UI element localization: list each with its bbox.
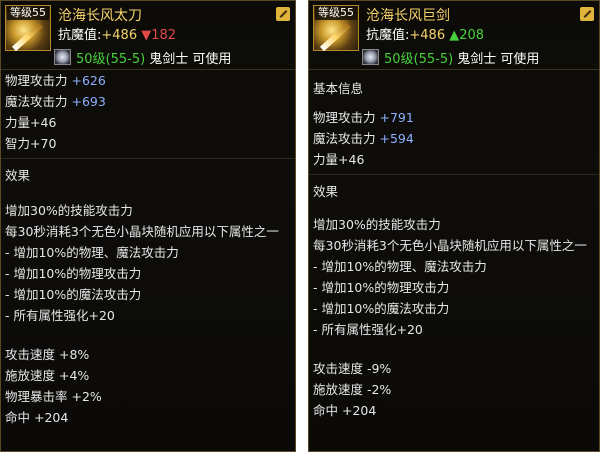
effect-line: 每30秒消耗3个无色小晶块随机应用以下属性之一 xyxy=(5,224,279,239)
tooltip-header: 等级55 沧海长风太刀 抗魔值:+486 ▼182 50级(55-5) 鬼剑士 … xyxy=(1,1,295,70)
effect-line: - 增加10%的魔法攻击力 xyxy=(313,301,450,316)
extra-stat: 命中 +204 xyxy=(313,403,377,418)
ring-icon xyxy=(362,49,379,65)
basic-info-title: 基本信息 xyxy=(313,81,364,96)
stat-magic-attack: 魔法攻击力 +594 xyxy=(313,131,414,146)
extra-stat: 攻击速度 +8% xyxy=(5,347,90,362)
stat-physical-attack: 物理攻击力 +626 xyxy=(5,73,106,88)
effect-line: 增加30%的技能攻击力 xyxy=(5,203,133,218)
item-tooltip-left: 等级55 沧海长风太刀 抗魔值:+486 ▼182 50级(55-5) 鬼剑士 … xyxy=(0,0,296,452)
required-class: 鬼剑士 可使用 xyxy=(457,51,540,67)
resist-value: 抗魔值:+486 ▲208 xyxy=(366,28,485,43)
stat-magic-attack: 魔法攻击力 +693 xyxy=(5,94,106,109)
stat-intelligence: 智力+70 xyxy=(5,136,57,151)
required-class: 鬼剑士 可使用 xyxy=(149,51,232,67)
required-level: 50级(55-5) xyxy=(384,51,454,67)
extra-stat: 命中 +204 xyxy=(5,410,69,425)
extra-stat: 施放速度 -2% xyxy=(313,382,392,397)
item-name: 沧海长风巨剑 xyxy=(366,8,450,24)
resist-delta: ▼182 xyxy=(141,28,177,43)
item-level: 等级55 xyxy=(7,6,49,20)
requirement-row: 50级(55-5) 鬼剑士 可使用 xyxy=(362,49,540,67)
stat-strength: 力量+46 xyxy=(313,152,365,167)
effect-line: 每30秒消耗3个无色小晶块随机应用以下属性之一 xyxy=(313,238,587,253)
effect-line: - 增加10%的物理、魔法攻击力 xyxy=(313,259,487,274)
effect-line: 增加30%的技能攻击力 xyxy=(313,217,441,232)
item-level: 等级55 xyxy=(315,6,357,20)
effect-line: - 增加10%的物理攻击力 xyxy=(5,266,142,281)
tooltip-body: 物理攻击力 +626 魔法攻击力 +693 力量+46 智力+70 效果 增加3… xyxy=(1,70,295,428)
effect-line: - 所有属性强化+20 xyxy=(5,308,115,323)
edit-icon[interactable] xyxy=(276,7,290,21)
effect-line: - 所有属性强化+20 xyxy=(313,322,423,337)
resist-value: 抗魔值:+486 ▼182 xyxy=(58,28,177,43)
resist-delta: ▲208 xyxy=(449,28,485,43)
effect-title: 效果 xyxy=(313,184,339,199)
ring-icon xyxy=(54,49,71,65)
tooltip-header: 等级55 沧海长风巨剑 抗魔值:+486 ▲208 50级(55-5) 鬼剑士 … xyxy=(309,1,599,70)
stat-strength: 力量+46 xyxy=(5,115,57,130)
effect-line: - 增加10%的物理攻击力 xyxy=(313,280,450,295)
effect-line: - 增加10%的物理、魔法攻击力 xyxy=(5,245,179,260)
extra-stat: 施放速度 +4% xyxy=(5,368,90,383)
extra-stat: 攻击速度 -9% xyxy=(313,361,392,376)
tooltip-body: 基本信息 物理攻击力 +791 魔法攻击力 +594 力量+46 效果 增加30… xyxy=(309,70,599,421)
requirement-row: 50级(55-5) 鬼剑士 可使用 xyxy=(54,49,232,67)
stat-physical-attack: 物理攻击力 +791 xyxy=(313,110,414,125)
required-level: 50级(55-5) xyxy=(76,51,146,67)
extra-stat: 物理暴击率 +2% xyxy=(5,389,102,404)
effect-line: - 增加10%的魔法攻击力 xyxy=(5,287,142,302)
item-name: 沧海长风太刀 xyxy=(58,8,142,24)
effect-title: 效果 xyxy=(5,168,31,183)
item-tooltip-right: 等级55 沧海长风巨剑 抗魔值:+486 ▲208 50级(55-5) 鬼剑士 … xyxy=(308,0,600,452)
edit-icon[interactable] xyxy=(580,7,594,21)
